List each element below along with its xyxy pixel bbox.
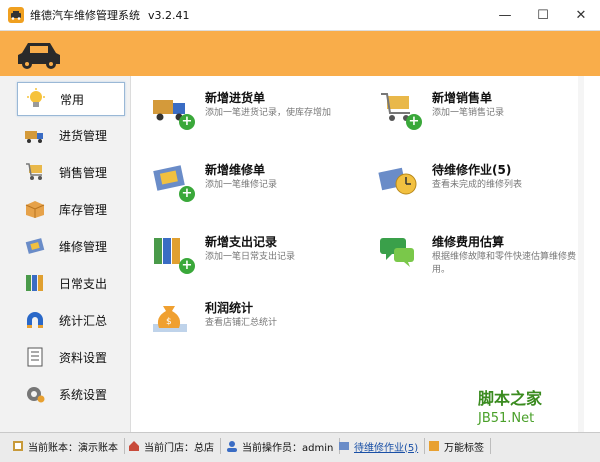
maximize-button[interactable]: ☐ — [524, 0, 562, 30]
truck-icon — [23, 123, 47, 147]
tile-new-expense[interactable]: + 新增支出记录 添加一笔日常支出记录 — [151, 234, 295, 274]
tile-profit-stats[interactable]: $ 利润统计 查看店铺汇总统计 — [151, 300, 277, 340]
wrench-icon — [339, 442, 349, 450]
status-tag-label: 万能标签 — [444, 442, 484, 454]
tag-icon — [429, 441, 439, 451]
sidebar-item-label: 维修管理 — [59, 239, 108, 254]
tile-pending-repairs[interactable]: 待维修作业(5) 查看未完成的维修列表 — [378, 162, 522, 202]
repair-icon — [23, 234, 47, 258]
tile-new-repair[interactable]: + 新增维修单 添加一笔维修记录 — [151, 162, 277, 202]
cart-icon — [23, 160, 47, 184]
tile-new-purchase[interactable]: + 新增进货单 添加一笔进货记录，使库存增加 — [151, 90, 331, 130]
watermark: 脚本之家 JB51.Net — [478, 385, 542, 426]
header-banner — [0, 31, 600, 76]
binders-add-icon: + — [151, 234, 195, 274]
tile-repair-estimate[interactable]: 维修费用估算 根据维修故障和零件快速估算维修费用。 — [378, 234, 592, 277]
money-bag-icon: $ — [151, 300, 195, 340]
sidebar-item-expenses[interactable]: 日常支出 — [17, 267, 123, 299]
status-store-label: 当前门店：总店 — [144, 442, 214, 454]
ledger-icon — [13, 441, 23, 451]
sidebar-item-inventory[interactable]: 库存管理 — [17, 193, 123, 225]
lightbulb-icon — [24, 87, 48, 111]
close-icon: ✕ — [575, 7, 587, 23]
store-icon — [129, 441, 139, 451]
tile-title: 待维修作业(5) — [432, 163, 512, 177]
tile-subtitle: 添加一笔日常支出记录 — [205, 252, 296, 262]
tile-title: 新增进货单 — [205, 91, 266, 105]
tile-subtitle: 添加一笔维修记录 — [205, 180, 278, 190]
app-title: 维德汽车维修管理系统 — [30, 9, 140, 22]
status-pending-label: 待维修作业(5) — [354, 442, 419, 454]
plus-icon: + — [406, 114, 422, 130]
truck-add-icon: + — [151, 90, 195, 130]
app-car-icon — [8, 7, 24, 23]
sidebar-item-label: 常用 — [60, 92, 85, 107]
minimize-icon: — — [498, 7, 512, 23]
scrollbar[interactable] — [578, 76, 584, 432]
tile-title: 新增支出记录 — [205, 235, 278, 249]
repair-add-icon: + — [151, 162, 195, 202]
sidebar-item-statistics[interactable]: 统计汇总 — [17, 304, 123, 336]
box-icon — [23, 197, 47, 221]
status-operator: 当前操作员：admin — [226, 438, 341, 454]
sidebar-item-sales[interactable]: 销售管理 — [17, 156, 123, 188]
sidebar-item-label: 进货管理 — [59, 128, 108, 143]
tile-subtitle: 查看未完成的维修列表 — [432, 180, 523, 190]
title-bar: 维德汽车维修管理系统 v3.2.41 — ☐ ✕ — [0, 0, 600, 31]
magnet-icon — [23, 308, 47, 332]
sidebar-item-label: 系统设置 — [59, 387, 108, 402]
status-operator-label: 当前操作员：admin — [242, 442, 334, 454]
car-logo-icon — [14, 37, 64, 71]
sidebar-item-purchase[interactable]: 进货管理 — [17, 119, 123, 151]
sidebar-item-repair[interactable]: 维修管理 — [17, 230, 123, 262]
plus-icon: + — [179, 258, 195, 274]
cart-add-icon: + — [378, 90, 422, 130]
app-version: v3.2.41 — [148, 8, 190, 22]
main-panel: + 新增进货单 添加一笔进货记录，使库存增加 + 新增销售单 添加一笔销售记录 … — [131, 76, 600, 432]
tile-title: 新增维修单 — [205, 163, 266, 177]
sidebar-item-common[interactable]: 常用 — [17, 82, 125, 116]
close-button[interactable]: ✕ — [562, 0, 600, 30]
sidebar-item-label: 库存管理 — [59, 202, 108, 217]
minimize-button[interactable]: — — [486, 0, 524, 30]
watermark-line1: 脚本之家 — [478, 389, 543, 408]
sidebar: 常用 进货管理 销售管理 库存管理 维修管理 日常支出 统计汇总 资料设置 系统… — [0, 76, 131, 432]
watermark-line2: JB51.Net — [478, 411, 535, 426]
status-store: 当前门店：总店 — [128, 438, 221, 454]
tile-subtitle: 添加一笔销售记录 — [432, 108, 505, 118]
tile-new-sale[interactable]: + 新增销售单 添加一笔销售记录 — [378, 90, 504, 130]
tile-subtitle: 根据维修故障和零件快速估算维修费用。 — [432, 252, 577, 275]
sidebar-item-label: 资料设置 — [59, 350, 108, 365]
status-ledger-label: 当前账本：演示账本 — [28, 442, 118, 454]
document-icon — [23, 345, 47, 369]
user-icon — [227, 441, 237, 452]
sidebar-item-system-settings[interactable]: 系统设置 — [17, 378, 123, 410]
sidebar-item-data-settings[interactable]: 资料设置 — [17, 341, 123, 373]
status-tag[interactable]: 万能标签 — [428, 438, 491, 454]
sidebar-item-label: 日常支出 — [59, 276, 108, 291]
tile-title: 维修费用估算 — [432, 235, 505, 249]
tile-subtitle: 查看店铺汇总统计 — [205, 318, 278, 328]
status-pending-repairs[interactable]: 待维修作业(5) — [338, 438, 426, 454]
chat-icon — [378, 234, 422, 274]
clock-icon — [378, 162, 422, 202]
tile-subtitle: 添加一笔进货记录，使库存增加 — [205, 108, 332, 118]
tile-title: 利润统计 — [205, 301, 254, 315]
plus-icon: + — [179, 186, 195, 202]
plus-icon: + — [179, 114, 195, 130]
status-bar: 当前账本：演示账本 当前门店：总店 当前操作员：admin 待维修作业(5) 万… — [0, 432, 600, 462]
gear-icon — [23, 382, 47, 406]
sidebar-item-label: 统计汇总 — [59, 313, 108, 328]
status-ledger: 当前账本：演示账本 — [12, 438, 125, 454]
svg-text:$: $ — [166, 317, 172, 327]
binders-icon — [23, 271, 47, 295]
tile-title: 新增销售单 — [432, 91, 493, 105]
maximize-icon: ☐ — [537, 7, 549, 23]
sidebar-item-label: 销售管理 — [59, 165, 108, 180]
